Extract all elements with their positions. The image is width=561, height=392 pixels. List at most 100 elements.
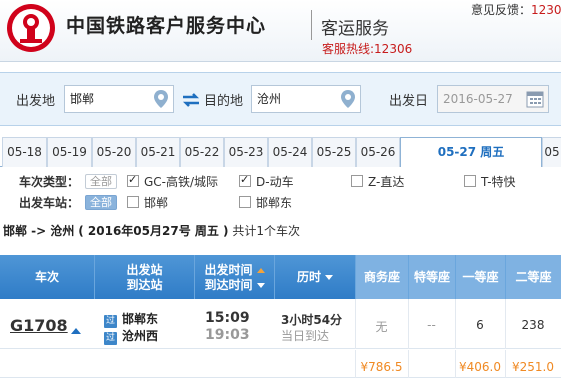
col-business: 商务座	[355, 255, 408, 299]
date-tab[interactable]: 05-24	[268, 137, 312, 167]
column-divider	[408, 299, 409, 349]
date-tab[interactable]: 05-20	[92, 137, 136, 167]
col-stations: 出发站 到达站	[94, 255, 194, 299]
from-station-cell: 过邯郸东	[104, 310, 158, 328]
type-gc-label: GC-高铁/城际	[144, 175, 219, 189]
col-special: 特等座	[408, 255, 455, 299]
col-train: 车次	[34, 270, 59, 284]
hotline-text: 客服热线:12306	[322, 42, 413, 56]
column-divider	[408, 350, 409, 378]
summary-route: 邯郸 -> 沧州	[3, 224, 75, 238]
date-tab[interactable]: 05-25	[312, 137, 356, 167]
date-tabs: 05-18 05-19 05-20 05-21 05-22 05-23 05-2…	[0, 137, 561, 168]
title-divider	[311, 10, 312, 40]
location-pin-icon	[341, 90, 355, 108]
site-title: 中国铁路客户服务中心	[66, 15, 267, 37]
type-z-label: Z-直达	[368, 175, 405, 189]
column-divider	[355, 350, 356, 378]
col-arrive-time: 到达时间	[204, 278, 253, 292]
results-table-header: 车次 出发站 到达站 出发时间 到达时间 历时 商务座 特等座 一等座 二等座	[0, 255, 561, 299]
arrive-time: 19:03	[205, 327, 250, 343]
location-pin-icon	[154, 90, 168, 108]
sort-desc-icon[interactable]	[325, 275, 333, 280]
calendar-icon[interactable]	[526, 89, 544, 108]
swap-icon[interactable]	[181, 92, 201, 108]
date-tab-active[interactable]: 05-27 周五	[400, 137, 542, 168]
type-t-checkbox[interactable]	[464, 175, 476, 187]
seat-first-class: 6	[476, 318, 484, 332]
type-d-checkbox[interactable]	[239, 173, 251, 187]
depart-time: 15:09	[205, 310, 250, 326]
column-divider	[455, 299, 456, 349]
station-handandong-label: 邯郸东	[256, 196, 293, 210]
seat-business: 无	[375, 320, 388, 334]
departure-station-label: 出发车站：	[19, 196, 80, 210]
col-depart-time: 出发时间	[204, 263, 253, 277]
seat-special: --	[427, 318, 436, 332]
from-station-value: 邯郸	[70, 92, 95, 106]
feedback-link[interactable]: 意见反馈：12306	[471, 1, 561, 18]
sort-desc-icon[interactable]	[256, 283, 265, 288]
table-row: G1708 过邯郸东 过沧州西 15:09 19:03 3小时54分 当日到达 …	[0, 299, 561, 349]
date-tab[interactable]: 05-26	[356, 137, 400, 167]
train-number-link[interactable]: G1708	[10, 316, 68, 335]
from-station-name: 邯郸东	[122, 312, 159, 326]
col-times[interactable]: 出发时间 到达时间	[194, 255, 274, 299]
train-type-label: 车次类型：	[19, 175, 80, 189]
column-divider	[505, 299, 506, 349]
col-to-station: 到达站	[126, 278, 163, 292]
feedback-number: 12306	[531, 3, 561, 17]
type-d-label: D-动车	[256, 175, 294, 189]
price-first-class: ¥406.0	[459, 360, 501, 374]
expand-stops-icon[interactable]	[71, 328, 81, 334]
duration: 3小时54分	[281, 313, 343, 327]
column-divider	[455, 350, 456, 378]
sort-asc-icon[interactable]	[256, 268, 265, 273]
feedback-label: 意见反馈：	[471, 3, 532, 17]
column-divider	[355, 299, 356, 349]
search-bar: 出发地 邯郸 目的地 沧州 出发日 2016-05-27	[0, 72, 561, 126]
railway-logo-icon	[7, 4, 55, 52]
pass-through-icon: 过	[104, 332, 117, 345]
date-tab[interactable]: 05-23	[224, 137, 268, 167]
col-second-class: 二等座	[505, 255, 561, 299]
seat-second-class: 238	[521, 318, 545, 332]
to-station-cell: 过沧州西	[104, 327, 158, 345]
col-duration[interactable]: 历时	[274, 255, 355, 299]
price-row: ¥786.5 ¥406.0 ¥251.0	[0, 350, 561, 378]
date-tab[interactable]: 05-18	[2, 137, 47, 167]
from-label: 出发地	[16, 94, 56, 109]
price-second-class: ¥251.0	[512, 360, 554, 374]
station-all-button[interactable]: 全部	[85, 195, 117, 210]
to-station-value: 沧州	[257, 92, 282, 106]
site-header: 中国铁路客户服务中心 客运服务 客服热线:12306 意见反馈：12306	[0, 0, 561, 62]
date-tab[interactable]: 05-21	[136, 137, 180, 167]
to-station-input[interactable]: 沧州	[251, 85, 361, 113]
filter-panel: 车次类型： 全部 GC-高铁/城际 D-动车 Z-直达 T-特快 出发车站： 全…	[0, 167, 561, 214]
date-tab[interactable]: 05	[542, 137, 561, 167]
column-divider	[505, 350, 506, 378]
sub-title: 客运服务	[321, 19, 389, 39]
to-station-name: 沧州西	[122, 329, 159, 343]
col-from-station: 出发站	[126, 263, 163, 277]
station-handandong-checkbox[interactable]	[239, 196, 251, 208]
train-type-all-button[interactable]: 全部	[85, 174, 117, 189]
from-station-input[interactable]: 邯郸	[64, 85, 174, 113]
col-first-class: 一等座	[455, 255, 505, 299]
date-value: 2016-05-27	[443, 92, 513, 106]
date-label: 出发日	[389, 94, 429, 109]
summary-date: ( 2016年05月27号 周五 )	[78, 224, 229, 238]
summary-count: 共计1个车次	[232, 224, 301, 238]
date-tab[interactable]: 05-22	[180, 137, 224, 167]
station-handan-checkbox[interactable]	[127, 196, 139, 208]
result-summary: 邯郸 -> 沧州 ( 2016年05月27号 周五 ) 共计1个车次	[3, 222, 300, 239]
type-z-checkbox[interactable]	[351, 175, 363, 187]
to-label: 目的地	[204, 94, 244, 109]
type-gc-checkbox[interactable]	[127, 173, 139, 187]
type-t-label: T-特快	[481, 175, 516, 189]
arrival-day: 当日到达	[281, 329, 330, 343]
station-handan-label: 邯郸	[144, 196, 169, 210]
price-business: ¥786.5	[360, 360, 403, 374]
date-input[interactable]: 2016-05-27	[437, 85, 549, 113]
date-tab[interactable]: 05-19	[47, 137, 92, 167]
